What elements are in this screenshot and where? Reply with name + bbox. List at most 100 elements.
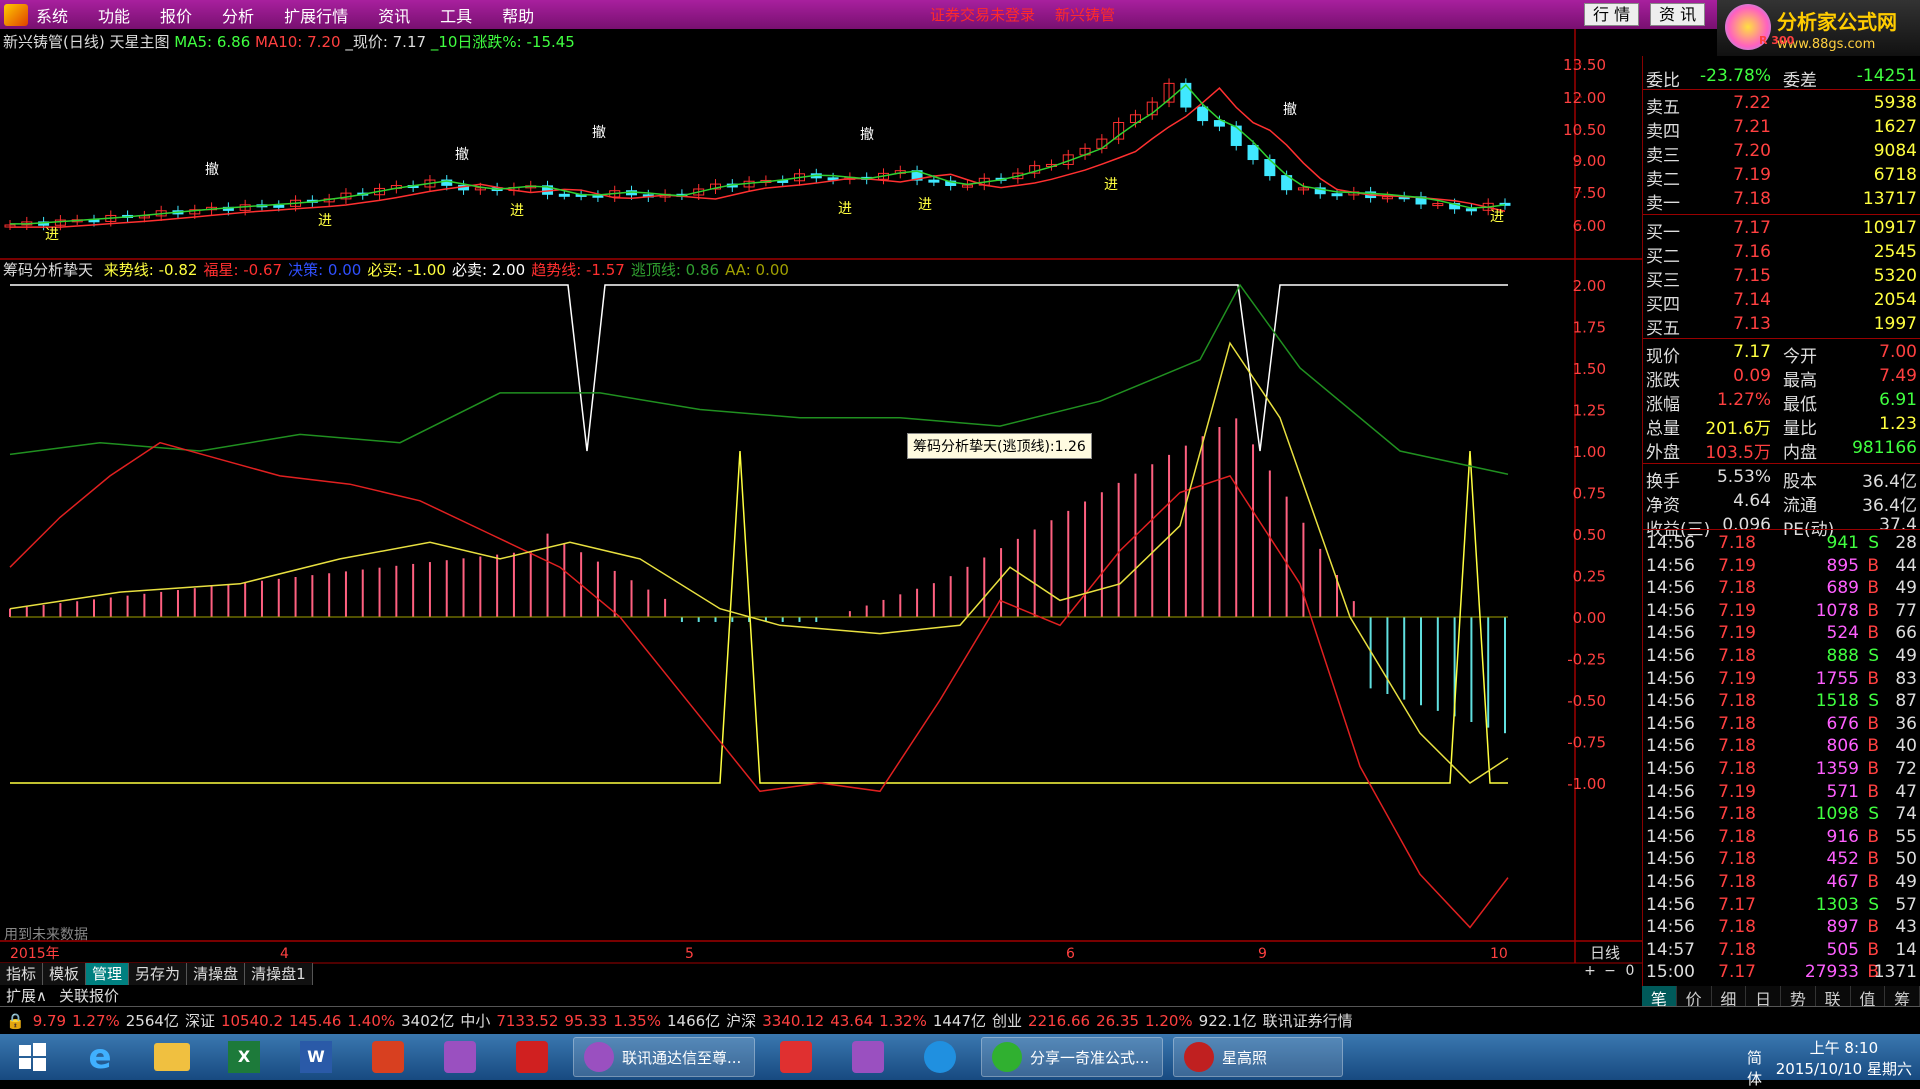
tick-row: 14:56 7.18 1359 B 72 xyxy=(1646,759,1917,779)
buy-signal-label: 进 xyxy=(838,201,852,217)
ind-y-tick: 0.50 xyxy=(1573,526,1606,544)
taskbar-window-photo[interactable]: 星高照 xyxy=(1173,1037,1343,1077)
status-value: 7133.52 xyxy=(496,1012,559,1030)
quote-tab-7[interactable]: 筹 xyxy=(1885,986,1920,1009)
quote-tab-3[interactable]: 日 xyxy=(1746,986,1781,1009)
ext-tab-1[interactable]: 关联报价 xyxy=(53,985,125,1005)
ie-icon[interactable]: e xyxy=(73,1037,127,1077)
sell-signal-label: 撤 xyxy=(205,162,219,178)
main-y-tick: 6.00 xyxy=(1573,217,1606,235)
tab-3[interactable]: 另存为 xyxy=(129,963,188,985)
ime-indicator[interactable]: 简体 xyxy=(1747,1047,1762,1089)
tick-row: 14:56 7.17 1303 S 57 xyxy=(1646,894,1917,915)
quote-tab-2[interactable]: 细 xyxy=(1712,986,1747,1009)
future-data-note: 用到未来数据 xyxy=(4,927,88,943)
taskbar-window-share[interactable]: 分享一奇准公式... xyxy=(981,1037,1163,1077)
menu-quote[interactable]: 报价 xyxy=(160,3,192,27)
finance-row: 换手 5.53% 股本 36.4亿 xyxy=(1646,467,1917,492)
bird-app-icon[interactable] xyxy=(913,1037,967,1077)
explorer-folder-icon[interactable] xyxy=(145,1037,199,1077)
status-value: 深证 xyxy=(184,1012,215,1030)
indicator-value: 决策: 0.00 xyxy=(288,261,362,279)
tick-row: 14:56 7.18 689 B 49 xyxy=(1646,578,1917,599)
red-app-icon[interactable] xyxy=(769,1037,823,1077)
excel-icon[interactable]: X xyxy=(217,1037,271,1077)
period-label[interactable]: 日线 xyxy=(1590,944,1620,962)
trading-app-icon[interactable] xyxy=(433,1037,487,1077)
tab-5[interactable]: 清操盘1 xyxy=(245,963,313,985)
word-icon[interactable]: W xyxy=(289,1037,343,1077)
zoom-reset-button[interactable]: 0 xyxy=(1620,963,1640,979)
candle xyxy=(273,204,285,208)
status-value: 1466亿 xyxy=(666,1012,721,1030)
ind-y-tick: 2.00 xyxy=(1573,277,1606,295)
menu-ext-quote[interactable]: 扩展行情 xyxy=(284,3,348,27)
buy-level-row: 买四 7.14 2054 xyxy=(1646,290,1917,315)
quote-tab-5[interactable]: 联 xyxy=(1816,986,1851,1009)
buy-level-row: 买五 7.13 1997 xyxy=(1646,314,1917,339)
start-button[interactable] xyxy=(9,1037,55,1077)
ind-y-tick: -0.75 xyxy=(1567,734,1606,752)
indicator-value: 来势线: -0.82 xyxy=(103,261,198,279)
app-logo-icon[interactable] xyxy=(4,3,28,26)
quote-panel-tabs: 笔价细日势联值筹 xyxy=(1642,986,1920,1009)
buy-signal-label: 进 xyxy=(918,197,932,213)
status-value: 沪深 xyxy=(726,1012,757,1030)
quote-tab-4[interactable]: 势 xyxy=(1781,986,1816,1009)
purple-app-icon[interactable] xyxy=(841,1037,895,1077)
menu-system[interactable]: 系统 xyxy=(36,3,68,27)
finance-row: 净资 4.64 流通 36.4亿 xyxy=(1646,491,1917,516)
x-axis-label: 2015年 xyxy=(10,946,60,962)
quote-tab-6[interactable]: 值 xyxy=(1851,986,1886,1009)
quote-tab-0[interactable]: 笔 xyxy=(1642,986,1677,1009)
stock-chart-app-icon[interactable] xyxy=(505,1037,559,1077)
ext-tab-0[interactable]: 扩展∧ xyxy=(0,985,53,1005)
tab-4[interactable]: 清操盘 xyxy=(187,963,246,985)
tick-row: 14:56 7.19 895 B 44 xyxy=(1646,555,1917,576)
system-tray: 简体 上午 8:10 2015/10/10 星期六 xyxy=(1747,1037,1912,1088)
status-value: 2564亿 xyxy=(125,1012,179,1030)
tick-row: 14:56 7.18 467 B 49 xyxy=(1646,872,1917,892)
buy-level-row: 买三 7.15 5320 xyxy=(1646,266,1917,291)
tab-1[interactable]: 模板 xyxy=(43,963,87,985)
candle xyxy=(1197,106,1209,122)
candle xyxy=(928,179,940,183)
quote-tab-1[interactable]: 价 xyxy=(1677,986,1712,1009)
main-y-tick: 12.00 xyxy=(1563,89,1606,107)
buy-level-row: 买一 7.17 10917 xyxy=(1646,218,1917,243)
status-value: 1.20% xyxy=(1145,1012,1193,1030)
lock-icon[interactable]: 🔒 xyxy=(6,1012,25,1030)
tick-row: 14:57 7.18 505 B 14 xyxy=(1646,939,1917,960)
divider xyxy=(1643,214,1920,215)
zoom-in-button[interactable]: + xyxy=(1580,963,1600,979)
menu-tools[interactable]: 工具 xyxy=(440,3,472,27)
menu-function[interactable]: 功能 xyxy=(98,3,130,27)
tab-0[interactable]: 指标 xyxy=(0,963,44,985)
indicator-value: 福星: -0.67 xyxy=(203,261,283,279)
menu-info[interactable]: 资讯 xyxy=(378,3,410,27)
candle xyxy=(1264,159,1276,177)
menu-bar: 系统 功能 报价 分析 扩展行情 资讯 工具 帮助 证券交易未登录 新兴铸管 行 … xyxy=(0,0,1920,29)
reader-icon[interactable] xyxy=(361,1037,415,1077)
tick-row: 14:56 7.18 916 B 55 xyxy=(1646,826,1917,847)
status-value: 9.79 xyxy=(32,1012,67,1030)
tick-row: 14:56 7.18 452 B 50 xyxy=(1646,849,1917,870)
quote-button[interactable]: 行 情 xyxy=(1584,3,1640,26)
indicator-value: AA: 0.00 xyxy=(725,261,789,279)
menu-help[interactable]: 帮助 xyxy=(502,3,534,27)
zoom-out-button[interactable]: − xyxy=(1600,963,1620,979)
taskbar-window-tdx[interactable]: 联讯通达信至尊... xyxy=(573,1037,755,1077)
clock-date[interactable]: 2015/10/10 星期六 xyxy=(1776,1058,1912,1079)
buy-level-row: 买二 7.16 2545 xyxy=(1646,242,1917,267)
sell-signal-label: 撤 xyxy=(592,125,606,141)
tab-2[interactable]: 管理 xyxy=(86,963,130,985)
news-button[interactable]: 资 讯 xyxy=(1650,3,1706,26)
sell-signal-label: 撤 xyxy=(455,147,469,163)
menu-analysis[interactable]: 分析 xyxy=(222,3,254,27)
chart-area[interactable]: 13.50 12.00 10.50 9.00 7.50 6.00 2.00 1.75 1.50 1… xyxy=(0,29,1642,995)
status-value: 1.32% xyxy=(879,1012,927,1030)
status-value: 1.27% xyxy=(72,1012,120,1030)
status-value: 3402亿 xyxy=(401,1012,455,1030)
status-value: 3340.12 xyxy=(762,1012,825,1030)
clock-time[interactable]: 上午 8:10 xyxy=(1776,1037,1912,1058)
